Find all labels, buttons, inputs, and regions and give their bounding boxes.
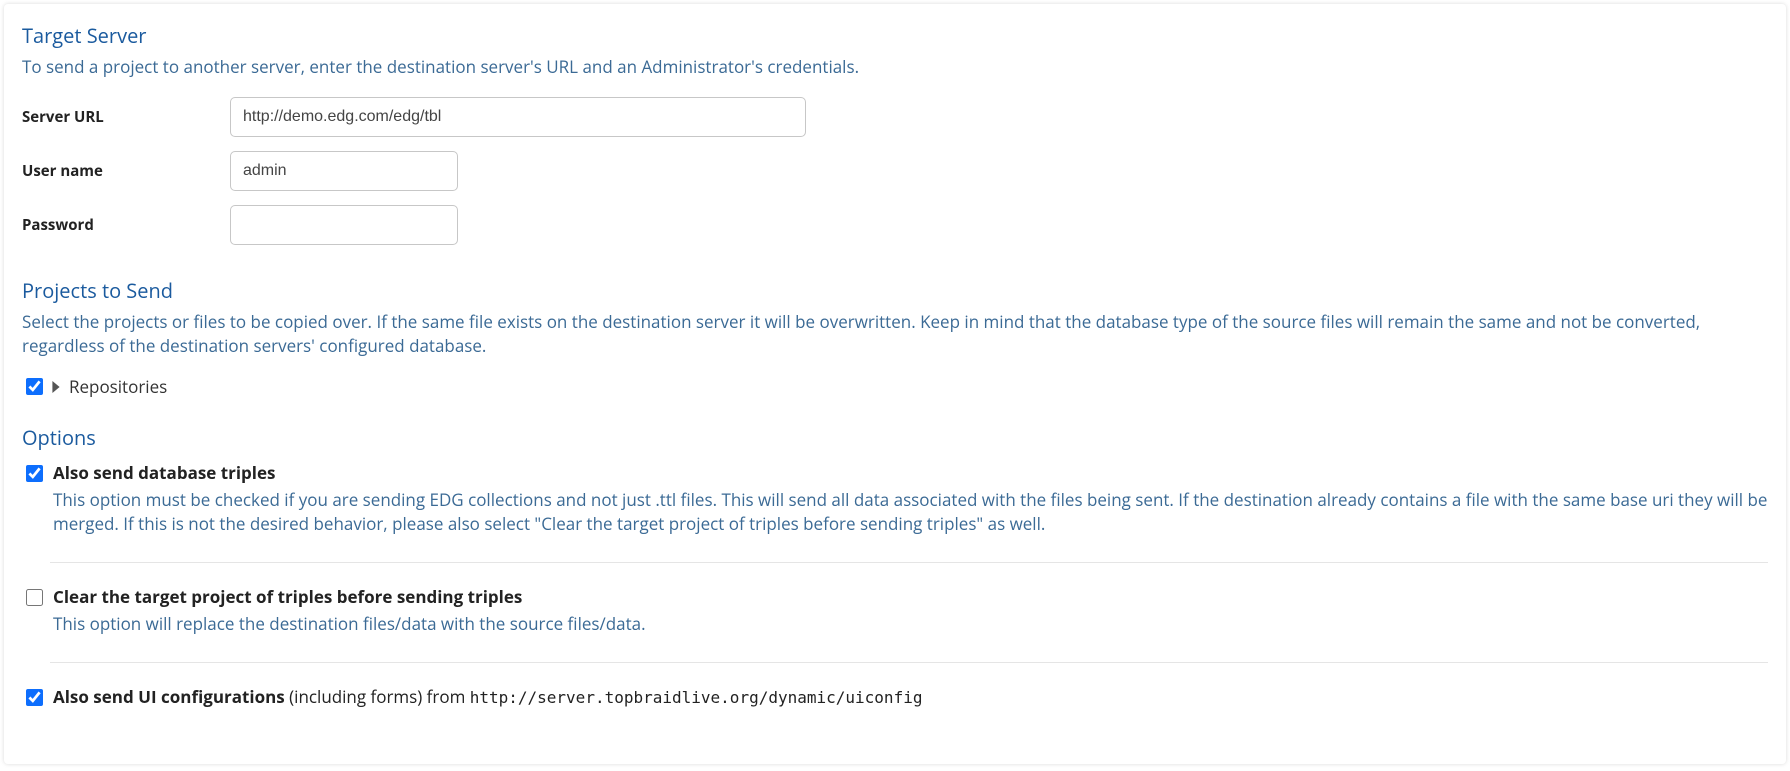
repositories-checkbox[interactable]: [26, 378, 43, 395]
target-server-heading: Target Server: [22, 22, 1768, 49]
username-label: User name: [22, 161, 230, 181]
username-input[interactable]: [230, 151, 458, 191]
option-clear-target: Clear the target project of triples befo…: [22, 581, 1768, 654]
send-uiconfig-label-url: http://server.topbraidlive.org/dynamic/u…: [470, 688, 923, 707]
send-triples-label: Also send database triples: [53, 461, 1768, 484]
clear-target-checkbox[interactable]: [26, 589, 43, 606]
caret-right-icon[interactable]: [51, 381, 61, 393]
projects-heading: Projects to Send: [22, 277, 1768, 304]
send-uiconfig-label-bold: Also send UI configurations: [53, 685, 285, 708]
target-server-description: To send a project to another server, ent…: [22, 55, 1768, 79]
server-url-input[interactable]: [230, 97, 806, 137]
password-row: Password: [22, 205, 1768, 245]
option-send-database-triples: Also send database triples This option m…: [22, 457, 1768, 554]
send-project-panel: Target Server To send a project to anoth…: [4, 4, 1786, 764]
options-heading: Options: [22, 424, 1768, 451]
projects-description: Select the projects or files to be copie…: [22, 310, 1768, 358]
send-uiconfig-label: Also send UI configurations (including f…: [53, 685, 1768, 708]
clear-target-label: Clear the target project of triples befo…: [53, 585, 1768, 608]
send-uiconfig-label-suffix: (including forms) from: [285, 685, 470, 708]
password-input[interactable]: [230, 205, 458, 245]
password-label: Password: [22, 215, 230, 235]
server-url-row: Server URL: [22, 97, 1768, 137]
send-uiconfig-checkbox[interactable]: [26, 689, 43, 706]
server-url-label: Server URL: [22, 107, 230, 127]
send-triples-desc: This option must be checked if you are s…: [53, 488, 1768, 536]
option-divider: [50, 562, 1768, 563]
repositories-tree-item[interactable]: Repositories: [26, 375, 1768, 398]
repositories-label: Repositories: [69, 375, 167, 398]
option-divider: [50, 662, 1768, 663]
send-triples-checkbox[interactable]: [26, 465, 43, 482]
clear-target-desc: This option will replace the destination…: [53, 612, 1768, 636]
option-send-ui-config: Also send UI configurations (including f…: [22, 681, 1768, 726]
username-row: User name: [22, 151, 1768, 191]
